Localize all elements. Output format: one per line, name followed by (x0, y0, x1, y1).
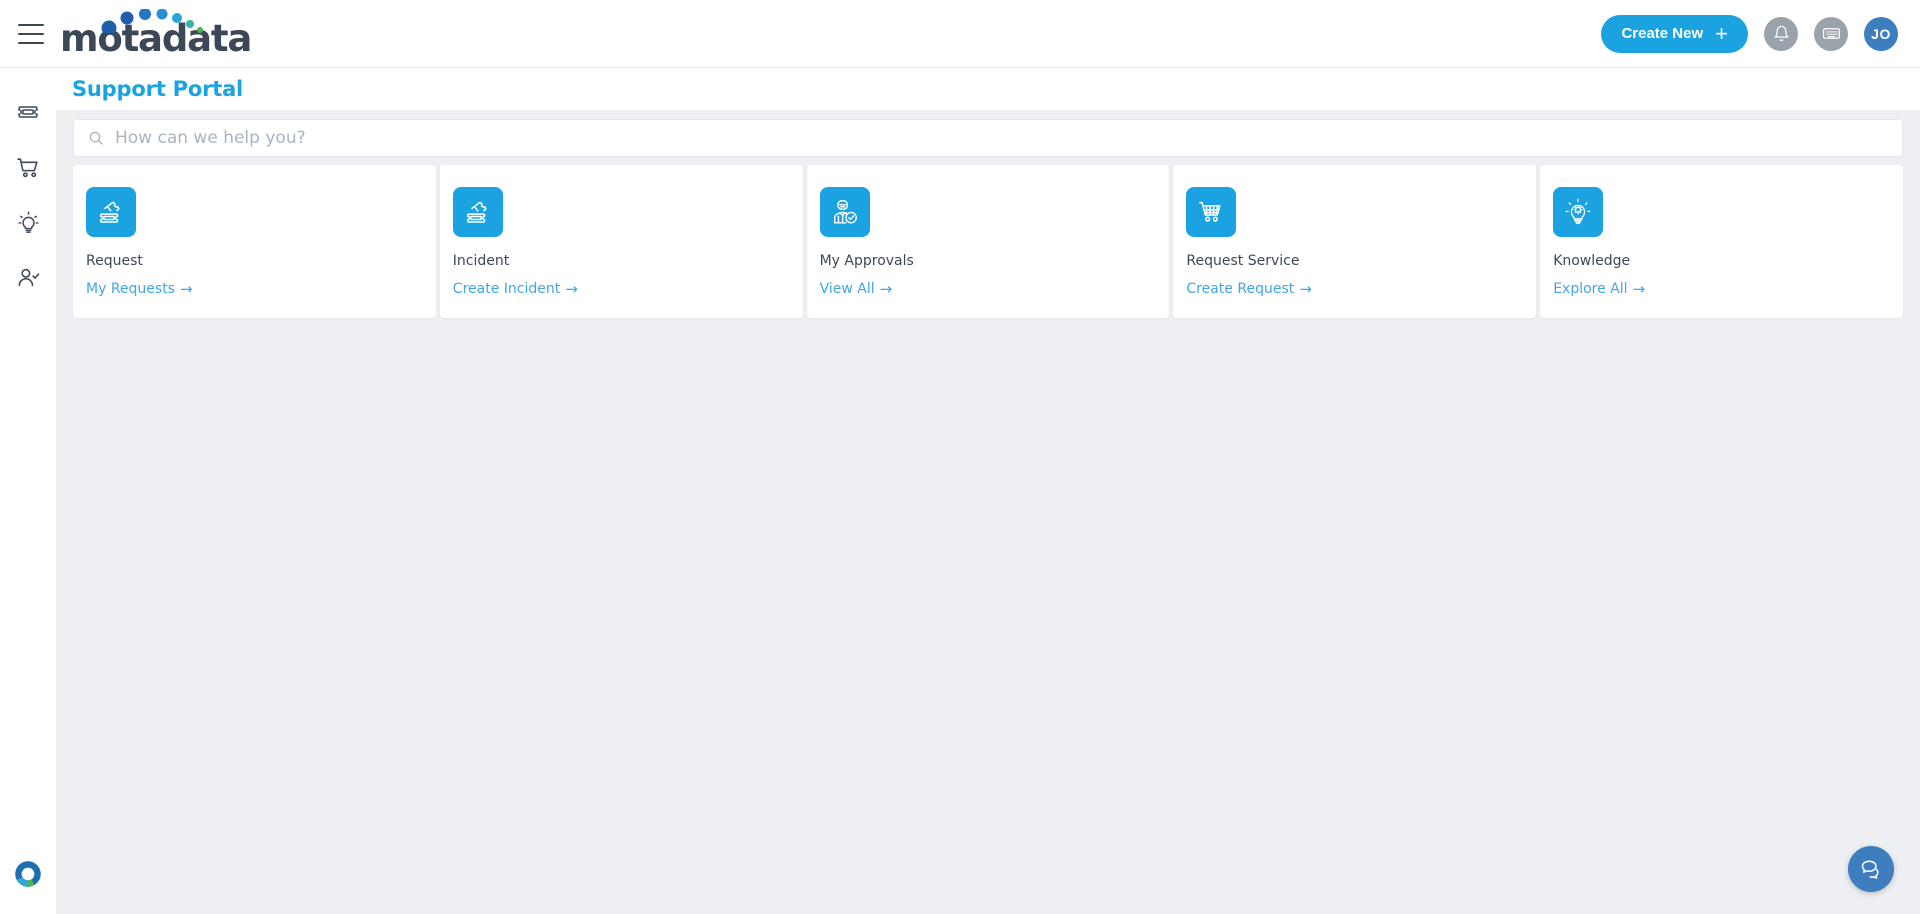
arrow-right-icon: → (1632, 280, 1646, 298)
keyboard-icon (1822, 28, 1840, 39)
portal-card-incident[interactable]: Incident Create Incident → (439, 165, 803, 318)
hamburger-line (18, 23, 44, 26)
card-link-label: Create Incident (452, 281, 561, 297)
main-content: Support Portal Request My Req (56, 68, 1920, 914)
plus-icon: + (1715, 20, 1728, 46)
sidebar-nav (0, 68, 56, 914)
card-link-label: Create Request (1186, 281, 1295, 297)
card-title: Request Service (1186, 253, 1300, 269)
bell-icon (1773, 25, 1789, 42)
arrow-right-icon: → (179, 280, 193, 298)
hamburger-line (18, 32, 44, 35)
create-new-button[interactable]: Create New + (1601, 14, 1748, 53)
page-header: Support Portal (56, 68, 1920, 110)
card-link-my-requests[interactable]: My Requests → (86, 280, 193, 298)
lightbulb-gear-icon (1565, 198, 1591, 225)
card-icon-knowledge (1553, 187, 1604, 237)
arrow-right-icon: → (1299, 280, 1312, 298)
card-title: Knowledge (1553, 253, 1631, 269)
user-check-icon (18, 268, 39, 286)
search-box[interactable] (73, 119, 1903, 157)
sidebar-item-approvals[interactable] (6, 255, 50, 299)
lightbulb-icon (17, 211, 39, 233)
search-input[interactable] (115, 128, 1888, 148)
portal-card-request[interactable]: Request My Requests → (73, 165, 436, 318)
user-approval-icon (833, 200, 857, 224)
sidebar-item-knowledge[interactable] (6, 200, 50, 244)
top-bar: motadata Create New + JO (0, 0, 1920, 68)
keyboard-shortcuts-button[interactable] (1814, 16, 1848, 51)
card-title: Request (86, 253, 143, 269)
ticket-stack-icon (466, 201, 487, 223)
page-title: Support Portal (72, 77, 244, 101)
card-link-create-incident[interactable]: Create Incident → (453, 280, 578, 298)
portal-card-knowledge[interactable]: Knowledge Explore All → (1540, 165, 1903, 318)
logo-arc-icon (101, 8, 203, 33)
donut-logo-icon (15, 861, 41, 887)
create-new-label: Create New (1621, 25, 1704, 42)
card-link-view-all[interactable]: View All → (820, 280, 893, 298)
card-title: My Approvals (819, 253, 914, 269)
card-icon-request-service (1186, 187, 1237, 237)
sidebar-item-service-catalog[interactable] (6, 145, 50, 189)
card-link-create-request[interactable]: Create Request → (1186, 280, 1311, 298)
ticket-icon (18, 106, 38, 118)
card-icon-incident (452, 187, 503, 237)
search-section (56, 110, 1920, 157)
sidebar-item-tickets[interactable] (6, 90, 50, 134)
card-link-label: My Requests (86, 281, 175, 297)
card-link-explore-all[interactable]: Explore All → (1553, 280, 1645, 298)
top-bar-actions: Create New + JO (1601, 14, 1898, 53)
hamburger-menu-icon[interactable] (18, 23, 44, 44)
portal-card-grid: Request My Requests → Incident Create In… (56, 157, 1920, 318)
card-icon-request (86, 187, 136, 237)
portal-card-my-approvals[interactable]: My Approvals View All → (806, 165, 1170, 318)
card-link-label: View All (819, 281, 875, 297)
shopping-cart-icon (1199, 201, 1221, 222)
shopping-cart-icon (16, 157, 38, 177)
card-title: Incident (452, 253, 510, 269)
card-link-label: Explore All (1553, 281, 1628, 297)
user-avatar[interactable]: JO (1864, 16, 1898, 51)
ticket-stack-icon (99, 201, 120, 223)
notifications-button[interactable] (1764, 16, 1798, 51)
chat-bubbles-icon (1861, 860, 1879, 879)
arrow-right-icon: → (879, 280, 893, 298)
hamburger-line (18, 41, 44, 44)
portal-card-request-service[interactable]: Request Service Create Request → (1173, 165, 1537, 318)
card-icon-my-approvals (819, 187, 870, 237)
chat-support-button[interactable] (1848, 846, 1894, 892)
search-icon (89, 131, 103, 145)
arrow-right-icon: → (565, 280, 578, 298)
app-logo[interactable] (13, 859, 43, 894)
motadata-logo[interactable]: motadata (60, 8, 252, 57)
